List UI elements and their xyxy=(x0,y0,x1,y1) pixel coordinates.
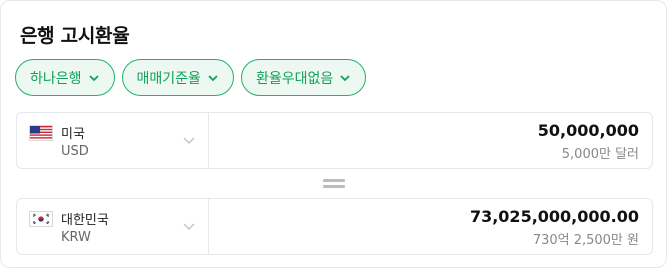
chevron-down-icon xyxy=(208,74,218,81)
chevron-down-icon xyxy=(340,74,350,81)
from-country-name: 미국 xyxy=(61,127,85,142)
kr-flag-icon xyxy=(29,211,53,227)
from-currency-row: 미국 USD 50,000,000 5,000만 달러 xyxy=(16,112,653,169)
bank-filter-label: 하나은행 xyxy=(30,70,82,87)
from-amount-input[interactable]: 50,000,000 xyxy=(538,121,639,140)
to-amount-input[interactable]: 73,025,000,000.00 xyxy=(470,207,639,226)
to-currency-row: 대한민국 KRW 73,025,000,000.00 730억 2,500만 원 xyxy=(16,198,653,255)
preferential-rate-filter-chip[interactable]: 환율우대없음 xyxy=(240,59,367,96)
to-country-name: 대한민국 xyxy=(61,213,109,228)
from-currency-code: USD xyxy=(61,144,89,159)
filter-chips: 하나은행 매매기준율 환율우대없음 xyxy=(15,59,367,96)
to-amount-text: 730억 2,500만 원 xyxy=(532,233,639,248)
from-amount-text: 5,000만 달러 xyxy=(561,147,639,162)
chevron-down-icon xyxy=(183,137,195,145)
chevron-down-icon xyxy=(88,74,99,81)
bank-filter-chip[interactable]: 하나은행 xyxy=(15,59,115,96)
chevron-down-icon xyxy=(183,223,195,231)
us-flag-icon xyxy=(29,125,53,141)
preferential-rate-filter-label: 환율우대없음 xyxy=(255,70,334,87)
equals-icon xyxy=(323,179,345,189)
to-currency-code: KRW xyxy=(61,230,91,245)
rate-type-filter-label: 매매기준율 xyxy=(136,70,201,87)
to-currency-select[interactable]: 대한민국 KRW xyxy=(17,199,209,254)
from-currency-select[interactable]: 미국 USD xyxy=(17,113,209,168)
exchange-rate-card: 은행 고시환율 하나은행 매매기준율 환율우대없음 미국 USD 50,000,… xyxy=(0,0,667,268)
rate-type-filter-chip[interactable]: 매매기준율 xyxy=(121,59,234,96)
page-title: 은행 고시환율 xyxy=(20,25,130,47)
